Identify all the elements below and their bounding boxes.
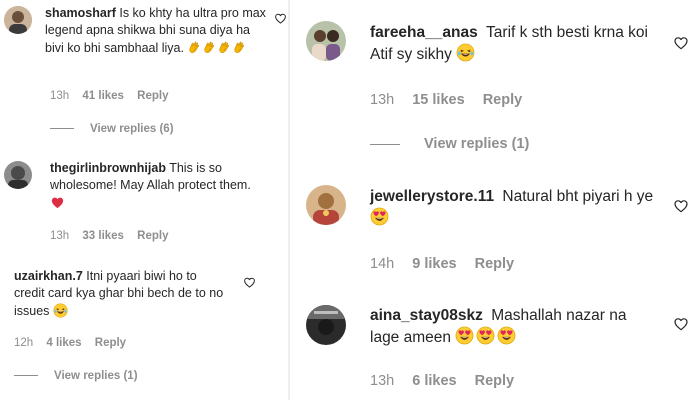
like-heart-icon[interactable] (243, 276, 256, 289)
clapping-hands-emoji (187, 41, 247, 55)
view-replies-button[interactable]: View replies (6) (50, 123, 174, 135)
likes-count[interactable]: 33 likes (82, 230, 124, 242)
avatar[interactable] (4, 6, 32, 34)
left-comments-panel: shamosharf Is ko khty ha ultra pro max l… (0, 0, 288, 400)
comment-meta: 14h 9 likes Reply (370, 256, 514, 272)
comment-meta: 13h 15 likes Reply (370, 92, 522, 108)
comment-text: jewellerystore.11 Natural bht piyari h y… (370, 186, 660, 230)
username[interactable]: jewellerystore.11 (370, 188, 494, 205)
divider (370, 143, 400, 145)
divider (14, 375, 38, 377)
like-heart-icon[interactable] (274, 12, 287, 25)
username[interactable]: shamosharf (45, 6, 116, 20)
avatar[interactable] (306, 185, 346, 225)
username[interactable]: thegirlinbrownhijab (50, 161, 166, 175)
comment-text: uzairkhan.7 Itni pyaari biwi ho to credi… (14, 268, 229, 320)
timestamp: 13h (50, 90, 70, 102)
timestamp: 12h (14, 337, 34, 349)
red-heart-emoji (50, 195, 65, 210)
timestamp: 13h (50, 230, 70, 242)
avatar[interactable] (306, 21, 346, 61)
avatar[interactable] (4, 161, 32, 189)
heart-eyes-emoji (455, 329, 516, 346)
view-replies-button[interactable]: View replies (1) (370, 136, 529, 152)
likes-count[interactable]: 6 likes (412, 373, 456, 389)
laughing-face-emoji (53, 303, 68, 318)
comment-body: Natural bht piyari h ye (502, 188, 654, 205)
heart-eyes-emoji (370, 207, 389, 226)
likes-count[interactable]: 41 likes (82, 90, 124, 102)
timestamp: 13h (370, 92, 395, 108)
reply-button[interactable]: Reply (483, 92, 523, 108)
comment-meta: 13h 6 likes Reply (370, 373, 514, 389)
comment-text: thegirlinbrownhijab This is so wholesome… (50, 160, 265, 212)
laughing-face-emoji (456, 43, 475, 62)
comment-meta: 13h 33 likes Reply (50, 230, 169, 242)
comment-text: shamosharf Is ko khty ha ultra pro max l… (45, 5, 267, 57)
avatar[interactable] (306, 305, 346, 345)
likes-count[interactable]: 4 likes (46, 337, 81, 349)
reply-button[interactable]: Reply (475, 373, 515, 389)
likes-count[interactable]: 9 likes (412, 256, 456, 272)
comment-text: fareeha__anas Tarif k sth besti krna koi… (370, 22, 660, 66)
timestamp: 13h (370, 373, 395, 389)
reply-button[interactable]: Reply (95, 337, 126, 349)
comment-text: aina_stay08skz Mashallah nazar na lage a… (370, 305, 660, 349)
like-heart-icon[interactable] (673, 198, 689, 214)
view-replies-button[interactable]: View replies (1) (14, 370, 138, 382)
right-comments-panel: fareeha__anas Tarif k sth besti krna koi… (290, 0, 700, 400)
divider (50, 128, 74, 130)
reply-button[interactable]: Reply (475, 256, 515, 272)
username[interactable]: uzairkhan.7 (14, 269, 83, 283)
comment-meta: 12h 4 likes Reply (14, 337, 126, 349)
username[interactable]: fareeha__anas (370, 24, 478, 41)
timestamp: 14h (370, 256, 395, 272)
username[interactable]: aina_stay08skz (370, 307, 483, 324)
like-heart-icon[interactable] (673, 35, 689, 51)
comment-meta: 13h 41 likes Reply (50, 90, 169, 102)
likes-count[interactable]: 15 likes (412, 92, 464, 108)
reply-button[interactable]: Reply (137, 230, 168, 242)
like-heart-icon[interactable] (673, 316, 689, 332)
reply-button[interactable]: Reply (137, 90, 168, 102)
